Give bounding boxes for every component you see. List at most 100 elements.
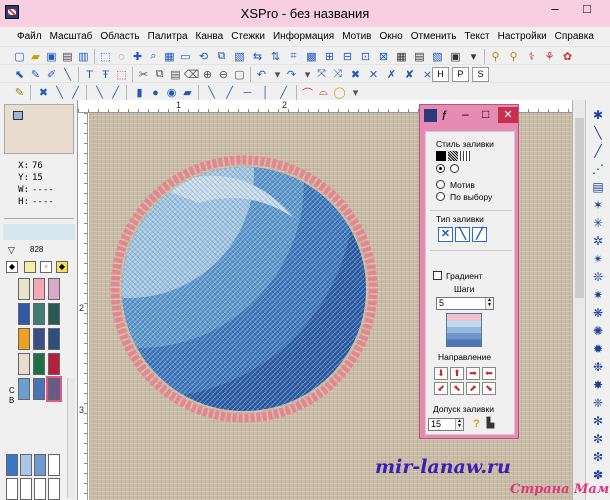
palette-swatch[interactable] [33,378,45,400]
menu-palette[interactable]: Палитра [144,31,192,42]
menu-scale[interactable]: Масштаб [46,31,97,42]
palette-swatch[interactable] [48,454,60,476]
pen-icon[interactable]: ✎ [12,85,27,100]
palette-swatch[interactable] [18,378,30,400]
stitch-type-4-icon[interactable]: ⋰ [589,162,607,176]
undo-icon[interactable]: ↶ [254,67,269,82]
collapse-triangle-icon[interactable]: ▽ [8,245,15,256]
needle-2-icon[interactable]: ⚲ [506,49,521,64]
stitch-type-5-icon[interactable]: ▤ [589,180,607,194]
scrollbar-thumb[interactable] [575,118,584,298]
direction-down-button[interactable]: ⬇ [434,367,448,380]
fill-type-diag-up-button[interactable]: ╱ [472,227,487,242]
stitch-type-20-icon[interactable]: ❇ [589,450,607,464]
stitch-type-8-icon[interactable]: ✲ [589,234,607,248]
quarter-stitch-icon[interactable]: ✗ [384,67,399,82]
print-icon[interactable]: ▤ [60,49,75,64]
save-icon[interactable]: ▣ [44,49,59,64]
solid-fill-swatch[interactable] [436,151,446,161]
stitch-type-6-icon[interactable]: ✶ [589,198,607,212]
gradient-preview[interactable] [446,313,482,347]
cross-stitch-tool-icon[interactable]: ✖ [36,85,51,100]
symbols-icon[interactable]: ▤ [412,49,427,64]
delete-icon[interactable]: ⌫ [184,67,200,82]
symbol-badge[interactable]: S [472,67,489,82]
palette-swatch[interactable] [34,454,46,476]
vertical-scrollbar[interactable] [573,100,586,500]
curve-icon[interactable]: ⌒ [300,85,315,100]
gradient-checkbox[interactable] [433,271,442,280]
menu-info[interactable]: Информация [269,31,338,42]
overlay-icon[interactable]: ⊡ [358,49,373,64]
palette-swatch[interactable] [48,278,60,300]
stitch-type-15-icon[interactable]: ❉ [589,360,607,374]
fill-style-radio-1[interactable] [436,164,445,173]
fill-style-radio-2[interactable] [450,164,459,173]
menu-canvas[interactable]: Канва [192,31,228,42]
circle-dropdown-icon[interactable]: ▾ [348,85,363,100]
palette-swatch[interactable] [33,303,45,325]
palette-swatch[interactable] [46,376,62,402]
show-badge[interactable]: P [452,67,469,82]
hide-badge[interactable]: H [432,67,449,82]
by-choice-radio[interactable] [436,192,445,201]
select-tool-icon[interactable]: ⬉ [12,67,27,82]
palette-swatch[interactable] [20,478,32,500]
palette-swatch[interactable] [18,353,30,375]
palette-swatch[interactable] [48,303,60,325]
fill-area-icon[interactable]: ▩ [304,49,319,64]
menu-undo[interactable]: Отменить [407,31,461,42]
stitch-type-11-icon[interactable]: ✷ [589,288,607,302]
dialog-close-button[interactable]: ✕ [498,107,518,123]
move-icon[interactable]: ✚ [130,49,145,64]
direction-up-right-button[interactable]: ⬈ [466,382,480,395]
menu-area[interactable]: Область [96,31,143,42]
pencil-tool-icon[interactable]: ✎ [28,67,43,82]
palette-swatch[interactable] [48,328,60,350]
palette-swatch[interactable] [20,454,32,476]
grid-icon[interactable]: ▦ [162,49,177,64]
menu-motif[interactable]: Мотив [338,31,375,42]
cut-icon[interactable]: ✂ [136,67,151,82]
three-quarter-icon[interactable]: ✘ [402,67,417,82]
palette-swatch[interactable] [6,478,18,500]
backstitch-icon[interactable]: ╲ [92,85,107,100]
hatch-fill-swatch[interactable] [448,151,458,161]
brush-tool-icon[interactable]: ✐ [44,67,59,82]
stitch-type-3-icon[interactable]: ╱ [589,144,607,158]
dropdown-arrow-icon[interactable]: ▾ [466,49,481,64]
layer-icon[interactable]: ⊟ [340,49,355,64]
thread-icon[interactable]: ⚕ [524,49,539,64]
arc-icon[interactable]: ⌓ [316,85,331,100]
diagonal-up-tool-icon[interactable]: ╱ [68,85,83,100]
line-up-icon[interactable]: ╱ [276,85,291,100]
view-mode-icon[interactable]: ▣ [448,49,463,64]
clear-icon[interactable]: ▢ [232,67,247,82]
dialog-maximize-button[interactable]: □ [482,107,489,121]
full-stitch-icon[interactable]: ✖ [348,67,363,82]
palette-scrollbar[interactable] [67,378,75,498]
text-tool-icon[interactable]: T [82,67,97,82]
diagonal-tool-icon[interactable]: ╲ [52,85,67,100]
undo-dropdown-icon[interactable]: ▾ [270,67,285,82]
dot-fill-swatch[interactable] [460,151,470,161]
direction-left-button[interactable]: ⬅ [482,367,496,380]
palette-tool-diamond-icon[interactable]: ◆ [6,261,18,273]
stitch-type-2-icon[interactable]: ╲ [589,126,607,140]
palette-swatch[interactable] [34,478,46,500]
line-tool-icon[interactable]: ╲ [60,67,75,82]
help-icon[interactable]: ? [470,418,483,431]
palette-swatch[interactable] [18,278,30,300]
menu-settings[interactable]: Настройки [494,31,551,42]
open-folder-icon[interactable]: ▰ [28,49,43,64]
half-stitch-icon[interactable]: ✕ [366,67,381,82]
line-h-icon[interactable]: ─ [240,85,255,100]
stitch-type-19-icon[interactable]: ✼ [589,432,607,446]
needle-icon[interactable]: ⚲ [488,49,503,64]
line-long-icon[interactable]: ╲ [204,85,219,100]
select-icon[interactable]: ⬚ [98,49,113,64]
menu-help[interactable]: Справка [551,31,598,42]
palette-swatch[interactable] [33,353,45,375]
french-knot-icon[interactable]: ● [148,85,163,100]
frame-icon[interactable]: ▭ [178,49,193,64]
